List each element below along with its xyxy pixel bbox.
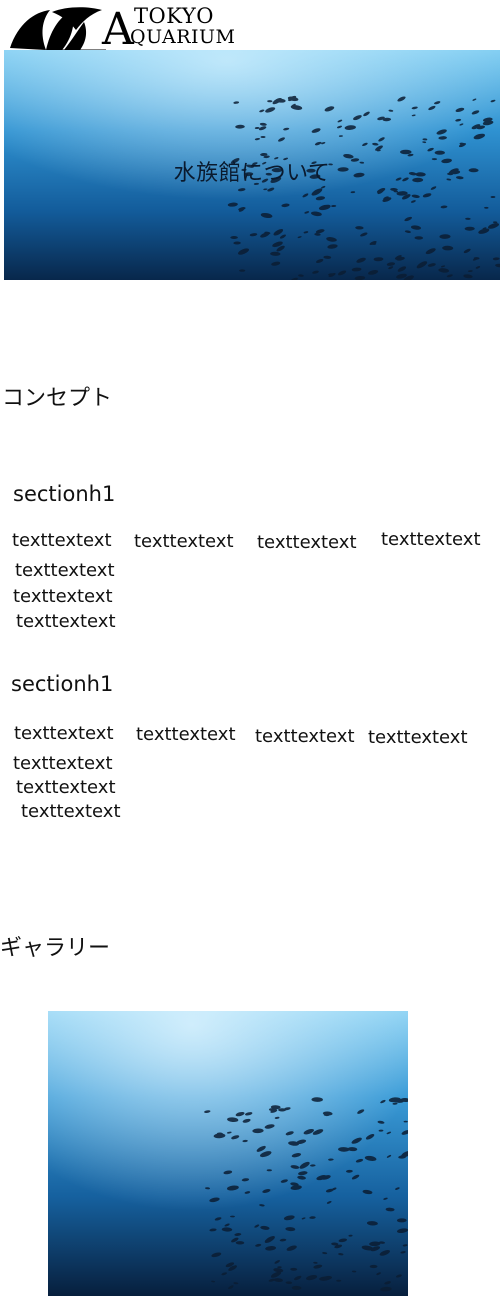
concept-section-1: sectionh1 texttextext texttextext textte… [0,478,500,638]
gallery-heading: ギャラリー [0,936,111,961]
section-heading: sectionh1 [13,482,116,506]
site-logo[interactable]: A TOKYO QUARIUM [6,4,246,52]
section-text: texttextext [381,529,481,550]
concept-heading: コンセプト [2,386,113,411]
gallery-underwater-photo [48,1011,408,1296]
angelfish-logo-icon [10,7,106,51]
concept-section-2: sectionh1 texttextext texttextext textte… [0,668,500,828]
section-text: texttextext [16,611,116,632]
hero-title: 水族館について [173,161,331,186]
site-header: A TOKYO QUARIUM [0,0,500,56]
section-text: texttextext [12,530,112,551]
logo-letter-a: A [102,4,134,55]
gallery-image[interactable] [48,1011,408,1296]
section-text: texttextext [136,724,236,745]
section-text: texttextext [16,777,116,798]
section-text: texttextext [13,586,113,607]
section-text: texttextext [21,801,121,822]
section-text: texttextext [15,560,115,581]
logo-text-quarium: QUARIUM [130,26,236,48]
logo-text-tokyo: TOKYO [134,4,214,28]
section-text: texttextext [134,531,234,552]
hero-banner: 水族館について [4,50,500,280]
section-text: texttextext [257,532,357,553]
section-text: texttextext [14,723,114,744]
section-text: texttextext [13,753,113,774]
section-heading: sectionh1 [11,672,114,696]
section-text: texttextext [368,727,468,748]
section-text: texttextext [255,726,355,747]
